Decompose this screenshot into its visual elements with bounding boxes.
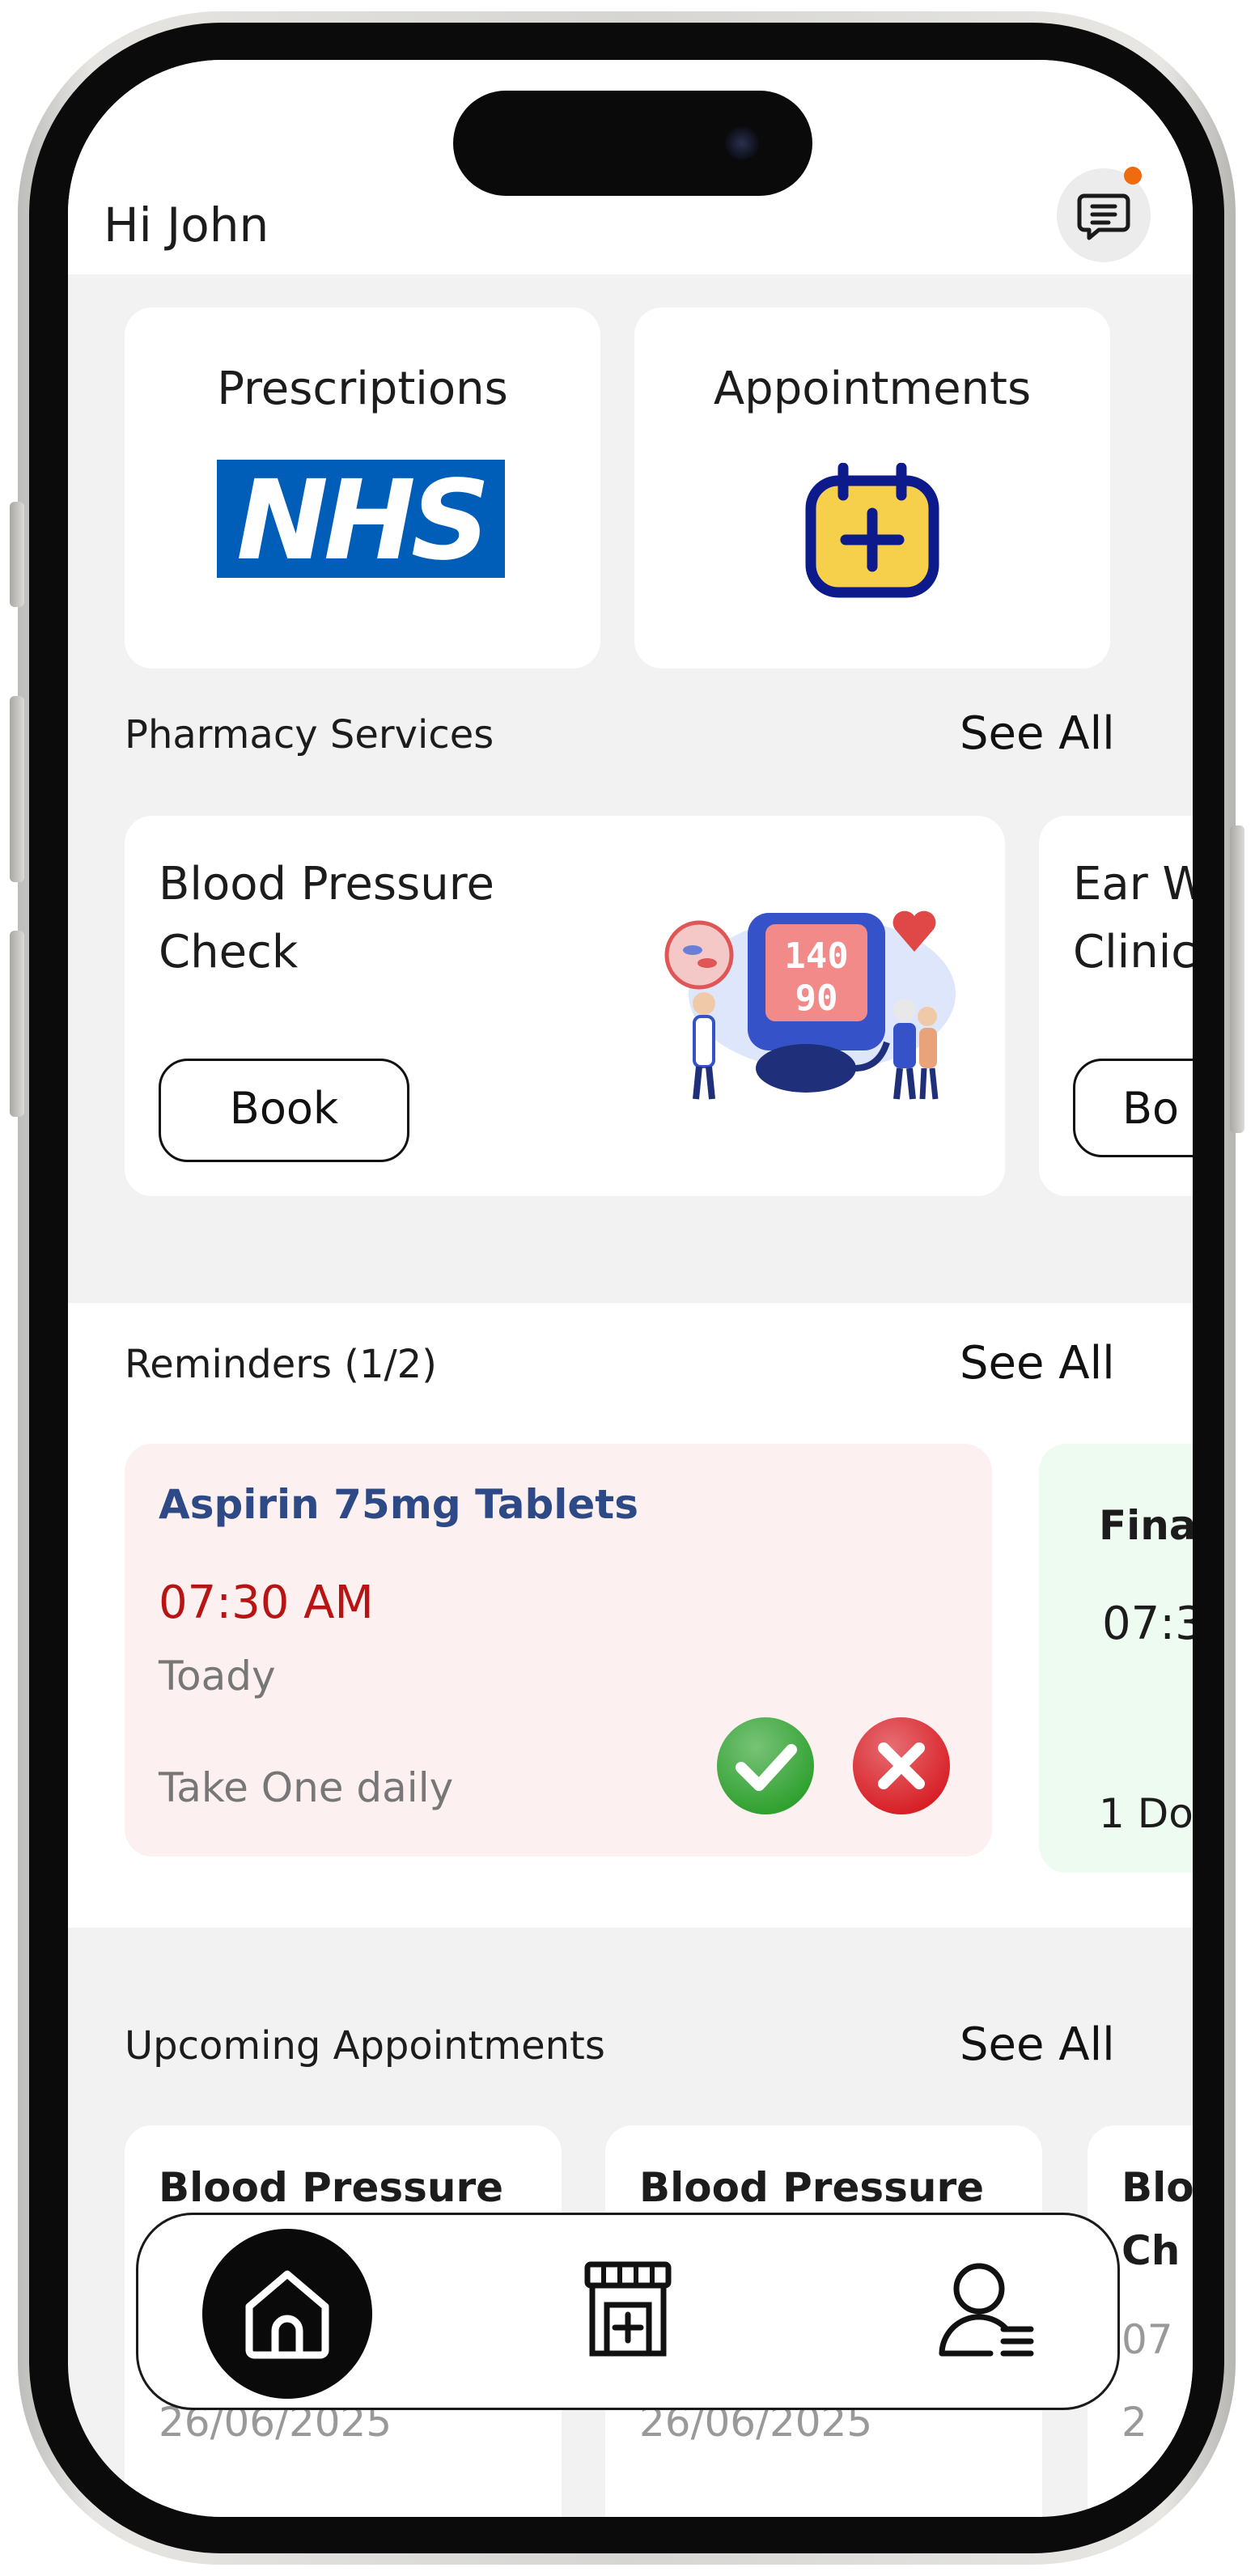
notification-dot xyxy=(1124,167,1142,185)
home-icon xyxy=(245,2270,329,2359)
reminder-time: 07:30 AM xyxy=(159,1577,374,1629)
pharmacy-see-all-link[interactable]: See All xyxy=(960,707,1115,760)
reminder-card[interactable]: Aspirin 75mg Tablets 07:30 AM Toady Take… xyxy=(125,1444,992,1857)
power-button xyxy=(1230,825,1244,1133)
nav-profile-button[interactable] xyxy=(934,2258,1039,2362)
camera xyxy=(725,126,759,160)
reminder-instruction: Take One daily xyxy=(159,1764,454,1811)
appointment-date: 2 xyxy=(1121,2399,1147,2446)
app-screen: Hi John Prescriptions NHS Appointments P… xyxy=(68,60,1193,2517)
service-title-line1: Ear W xyxy=(1073,858,1193,910)
reminder-card-secondary[interactable]: Fina 07:3 1 Do xyxy=(1039,1444,1193,1873)
pharmacy-services-heading: Pharmacy Services xyxy=(125,712,494,758)
reminders-see-all-link[interactable]: See All xyxy=(960,1337,1115,1390)
medication-name: Aspirin 75mg Tablets xyxy=(159,1481,638,1528)
svg-text:140: 140 xyxy=(784,936,848,977)
service-card-ear[interactable]: Ear W Clinic Bo xyxy=(1039,816,1193,1196)
book-button[interactable]: Book xyxy=(159,1059,409,1162)
prescriptions-card[interactable]: Prescriptions NHS xyxy=(125,308,600,668)
service-title-line2: Check xyxy=(159,926,299,978)
confirm-check-button[interactable] xyxy=(715,1716,816,1816)
blood-pressure-illustration: 140 90 xyxy=(664,910,956,1100)
service-card[interactable]: Blood Pressure Check Book 140 90 xyxy=(125,816,1005,1196)
profile-menu-icon xyxy=(939,2263,1034,2357)
volume-up-button xyxy=(10,696,24,882)
calendar-plus-icon xyxy=(805,463,939,598)
reminder-time: 07:3 xyxy=(1102,1598,1193,1650)
reminder-day: Toady xyxy=(159,1653,276,1700)
service-title-line2: Clinic xyxy=(1073,926,1193,978)
appointment-title: Blood Pressure xyxy=(639,2164,985,2211)
appointments-card[interactable]: Appointments xyxy=(634,308,1110,668)
prescriptions-label: Prescriptions xyxy=(217,363,508,415)
action-button xyxy=(10,502,24,607)
reminder-instruction: 1 Do xyxy=(1099,1790,1193,1837)
medication-name: Fina xyxy=(1099,1502,1193,1549)
appointments-label: Appointments xyxy=(713,363,1032,415)
nav-pharmacy-button[interactable] xyxy=(576,2258,680,2362)
appointment-title-line2: Ch xyxy=(1121,2227,1181,2274)
appointment-title: Blood Pressure xyxy=(159,2164,504,2211)
svg-text:NHS: NHS xyxy=(236,460,485,578)
volume-down-button xyxy=(10,931,24,1117)
upcoming-appointments-heading: Upcoming Appointments xyxy=(125,2023,605,2069)
book-button[interactable]: Bo xyxy=(1073,1059,1193,1157)
greeting: Hi John xyxy=(104,197,269,253)
dismiss-x-button[interactable] xyxy=(851,1716,952,1816)
appointments-see-all-link[interactable]: See All xyxy=(960,2018,1115,2071)
nhs-logo: NHS xyxy=(217,460,505,578)
svg-text:90: 90 xyxy=(795,978,838,1019)
service-title-line1: Blood Pressure xyxy=(159,858,494,910)
appointment-time: 07 xyxy=(1121,2316,1173,2363)
pharmacy-store-icon xyxy=(584,2261,672,2357)
reminders-heading: Reminders (1/2) xyxy=(125,1342,437,1387)
appointment-title-line1: Blo xyxy=(1121,2164,1193,2211)
nav-home-button[interactable] xyxy=(202,2229,372,2399)
